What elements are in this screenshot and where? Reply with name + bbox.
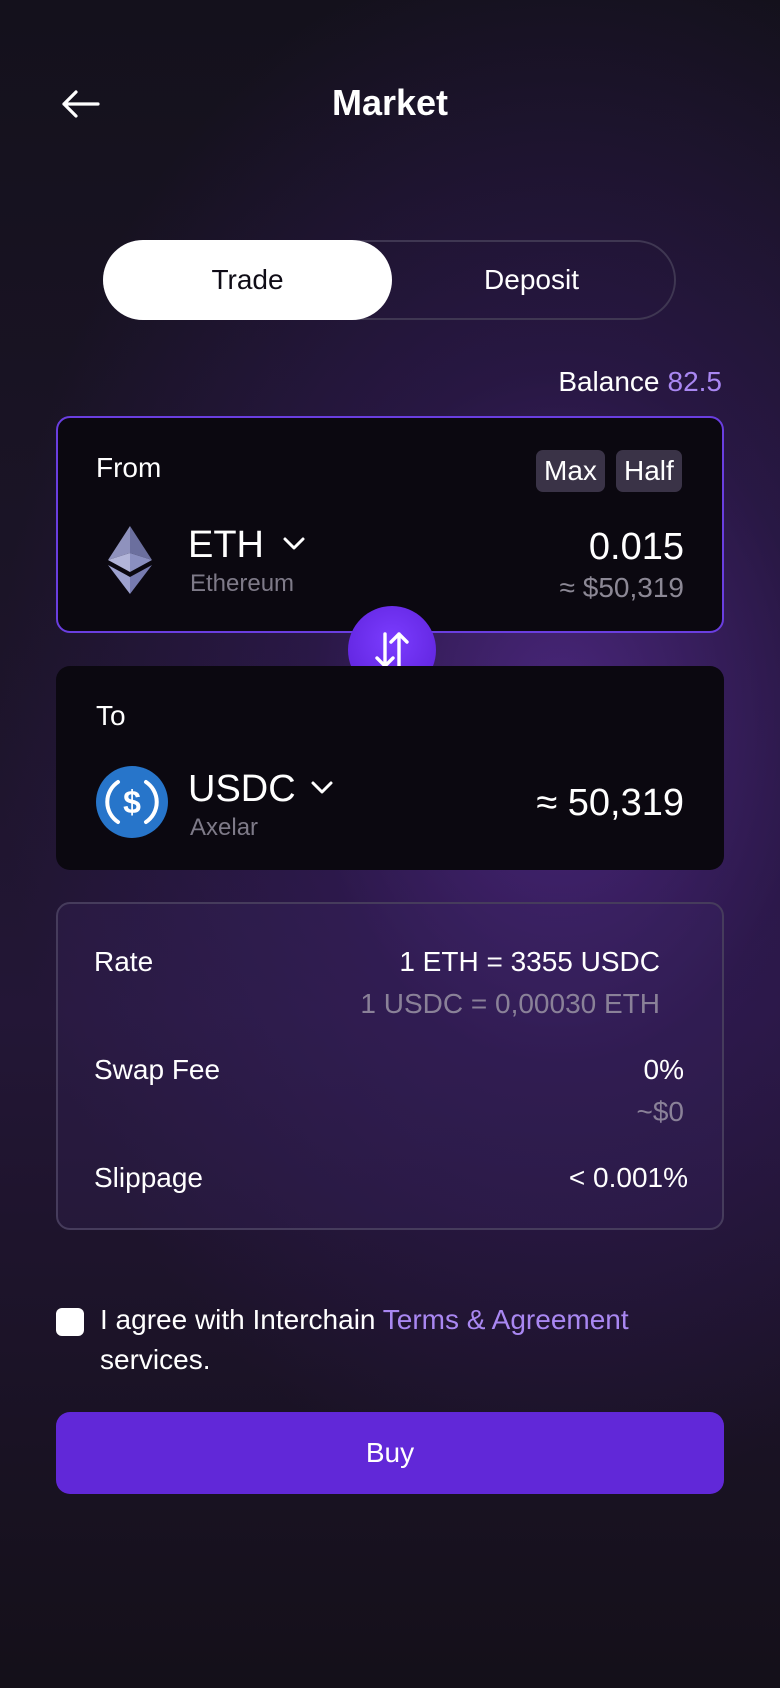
swap-fee-fiat: ~$0 (636, 1096, 685, 1127)
from-label: From (96, 452, 162, 483)
rate-primary: 1 ETH = 3355 USDC (399, 946, 660, 977)
from-token-symbol[interactable]: ETH (188, 524, 264, 567)
tab-trade[interactable]: Trade (103, 240, 392, 320)
from-card: From Max Half ETH Ethereum 0.015 ≈ $50,3… (56, 416, 724, 633)
svg-text:$: $ (123, 784, 141, 820)
balance-value: 82.5 (667, 366, 723, 397)
agree-text: I agree with Interchain Terms & Agreemen… (100, 1300, 720, 1380)
tab-deposit[interactable]: Deposit (387, 240, 676, 320)
swap-fee-value: 0% (643, 1054, 684, 1085)
rate-label: Rate (94, 946, 154, 977)
swap-details: Rate 1 ETH = 3355 USDC 1 USDC = 0,00030 … (56, 902, 724, 1230)
to-amount: ≈ 50,319 (536, 782, 684, 824)
page-title: Market (331, 82, 449, 123)
to-token-symbol[interactable]: USDC (188, 768, 296, 811)
slippage-label: Slippage (94, 1162, 203, 1193)
chevron-down-icon[interactable] (282, 536, 306, 557)
to-token-name: Axelar (190, 814, 259, 841)
ethereum-logo-icon (108, 526, 152, 599)
chevron-down-icon[interactable] (310, 780, 334, 801)
from-amount-fiat: ≈ $50,319 (559, 572, 684, 603)
buy-button[interactable]: Buy (56, 1412, 724, 1494)
trade-deposit-toggle: Trade Deposit (103, 240, 676, 320)
from-amount-input[interactable]: 0.015 (589, 526, 684, 569)
rate-secondary: 1 USDC = 0,00030 ETH (360, 988, 660, 1019)
agree-text-after: services. (100, 1344, 211, 1375)
terms-link[interactable]: Terms & Agreement (383, 1304, 629, 1335)
to-label: To (96, 700, 126, 731)
to-card: To $ USDC Axelar ≈ 50,319 (56, 666, 724, 870)
swap-fee-label: Swap Fee (94, 1054, 221, 1085)
balance: Balance 82.5 (558, 366, 722, 398)
max-button[interactable]: Max (536, 450, 605, 492)
balance-label: Balance (558, 366, 660, 397)
from-token-name: Ethereum (190, 570, 295, 597)
slippage-value: < 0.001% (568, 1162, 688, 1193)
agree-checkbox[interactable] (56, 1308, 84, 1336)
half-button[interactable]: Half (616, 450, 682, 492)
agree-text-before: I agree with Interchain (100, 1304, 383, 1335)
usdc-logo-icon: $ (96, 766, 168, 843)
